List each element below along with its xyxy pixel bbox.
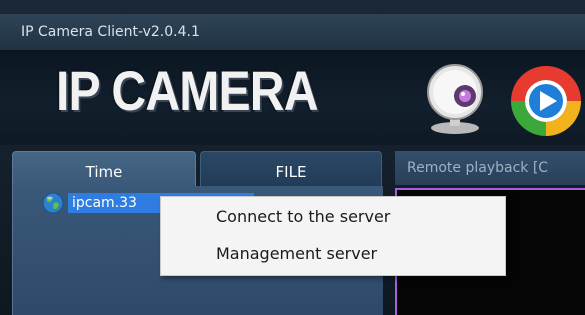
menu-item-connect[interactable]: Connect to the server [216, 202, 390, 232]
context-menu: Connect to the server Management server [160, 196, 506, 276]
remote-playback-header: Remote playback [C [395, 151, 585, 185]
globe-icon [42, 192, 64, 214]
window-title: IP Camera Client-v2.0.4.1 [0, 14, 585, 50]
play-icon[interactable] [507, 64, 585, 138]
app-window: IP Camera Client-v2.0.4.1 IP CAMERA Time… [0, 0, 585, 315]
app-logo: IP CAMERA [56, 59, 319, 122]
webcam-icon[interactable] [418, 62, 492, 136]
tab-file[interactable]: FILE [200, 151, 382, 189]
tab-time[interactable]: Time [12, 151, 196, 189]
menu-item-management-server[interactable]: Management server [216, 239, 377, 269]
